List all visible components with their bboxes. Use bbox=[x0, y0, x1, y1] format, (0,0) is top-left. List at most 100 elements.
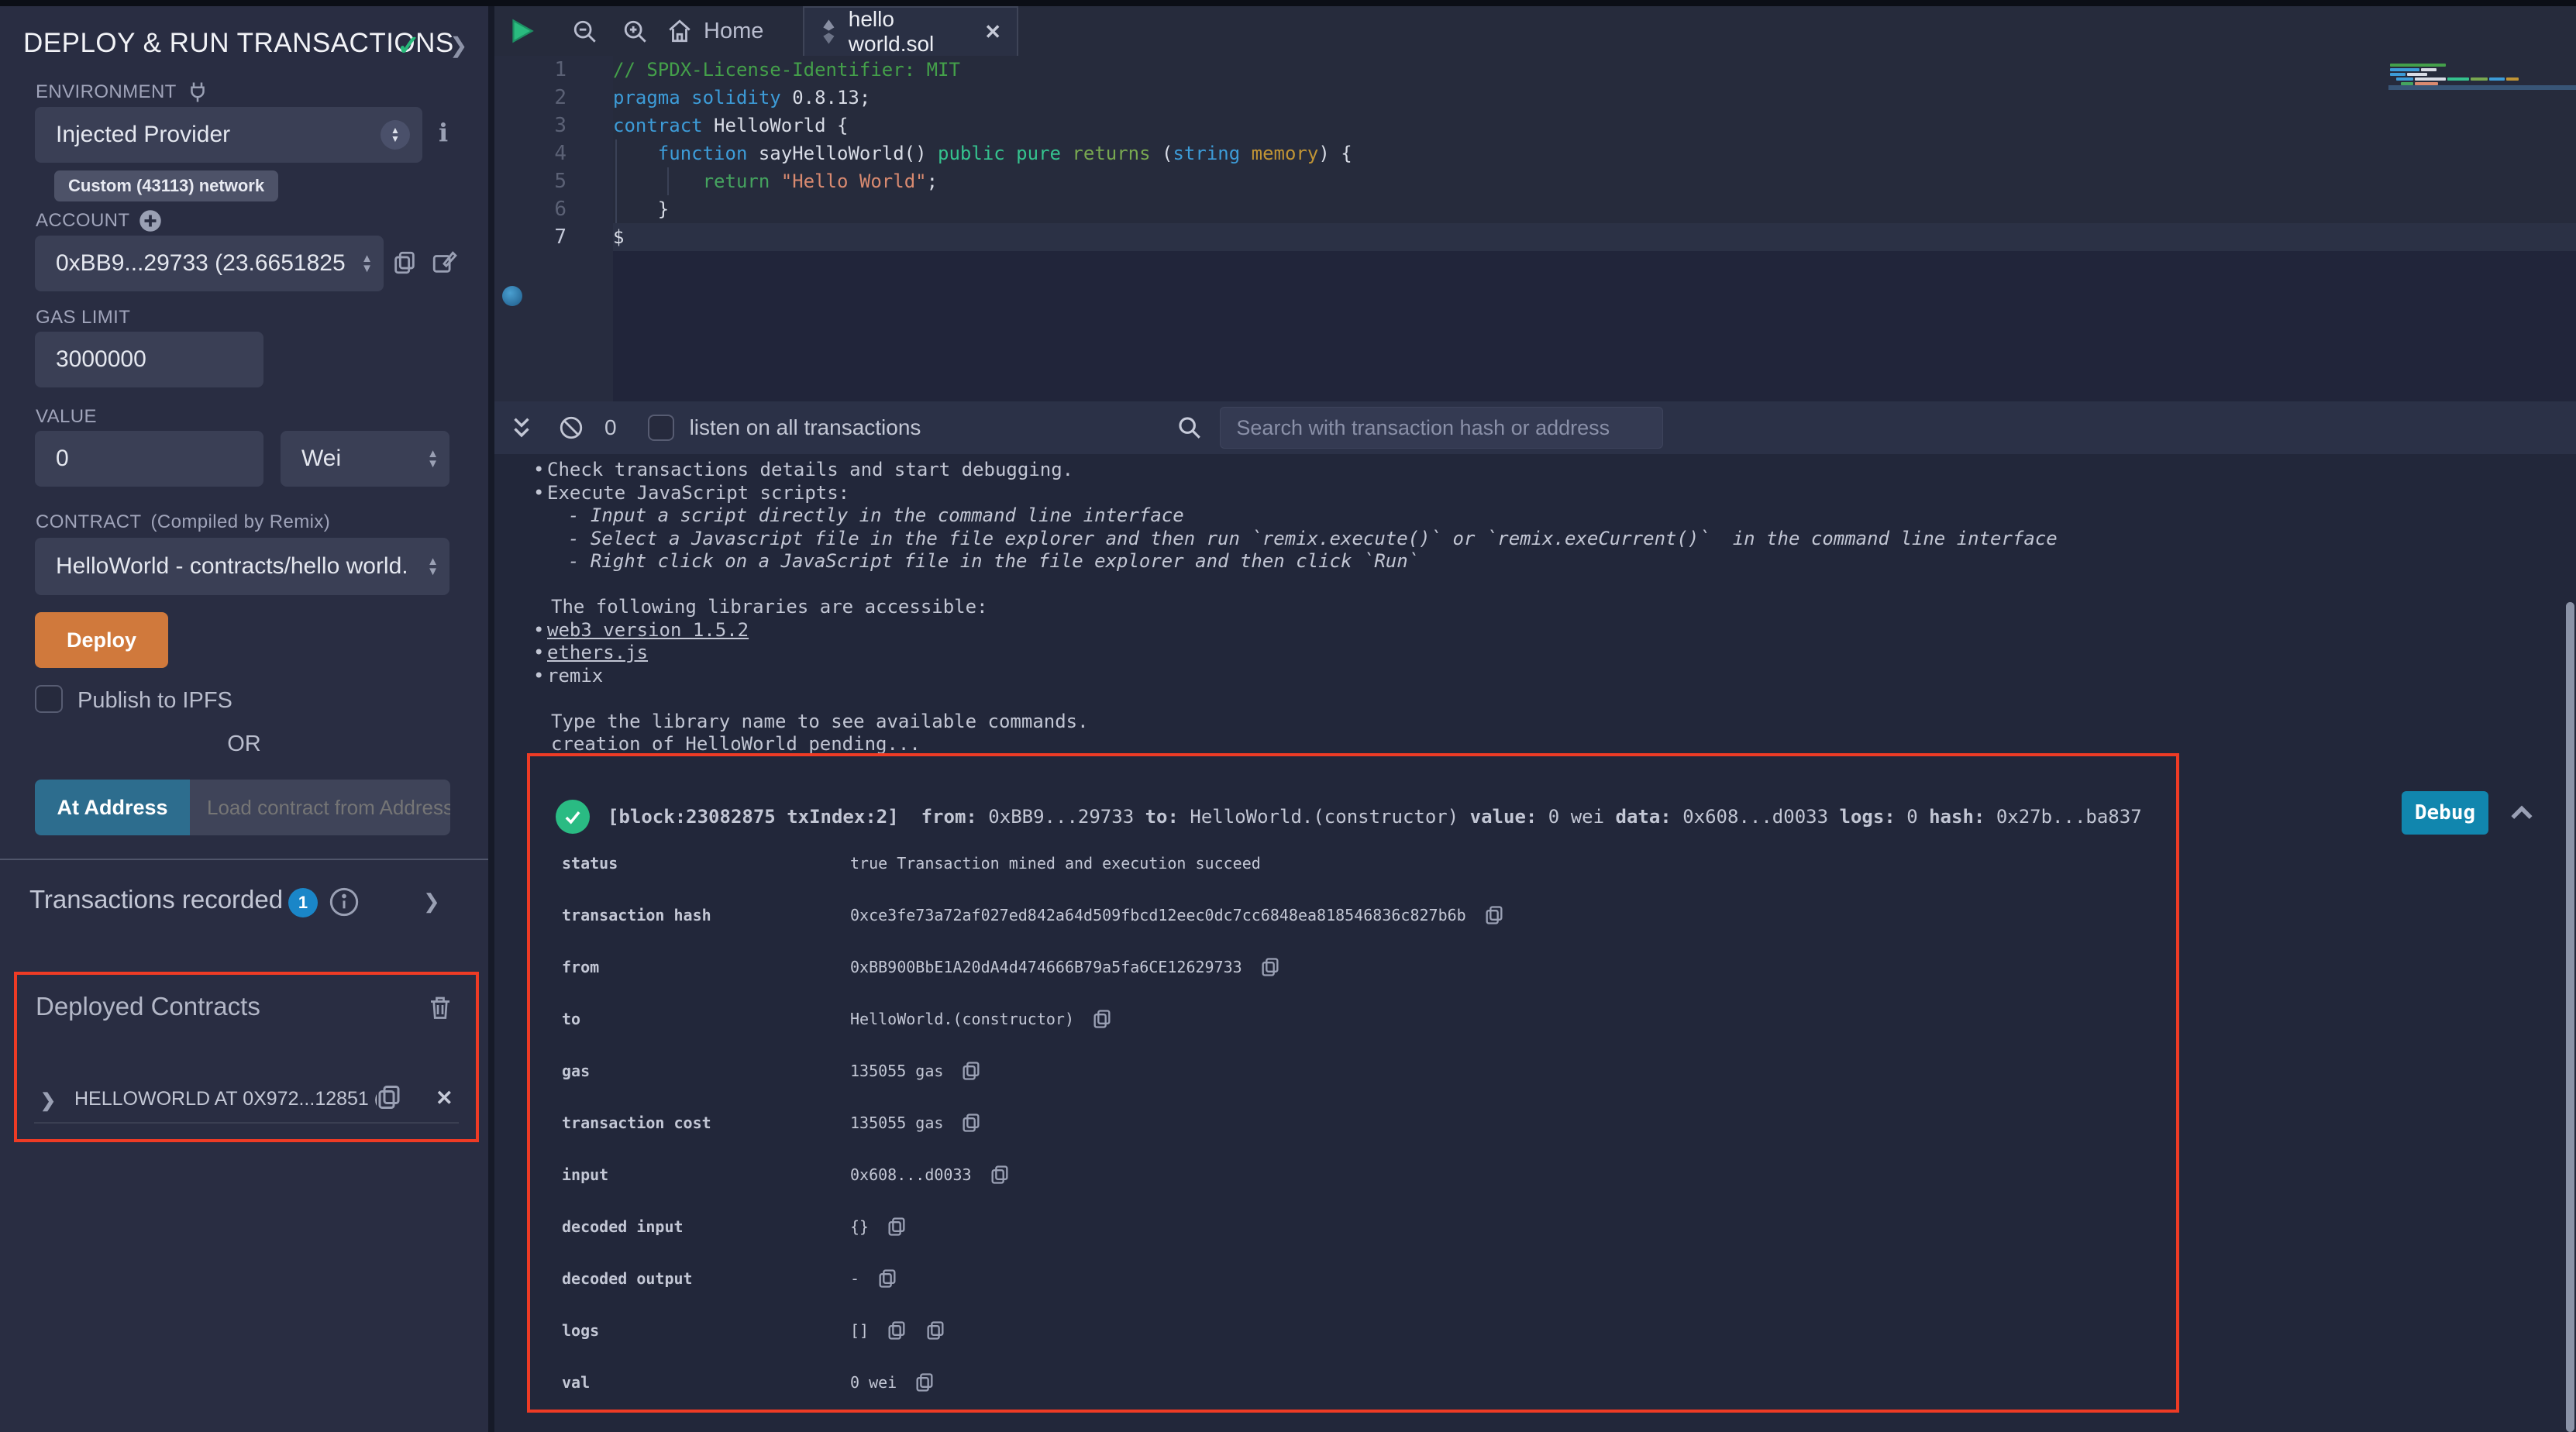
debug-button[interactable]: Debug bbox=[2402, 791, 2488, 835]
deployed-contract-item[interactable]: HELLOWORLD AT 0X972...12851 ( bbox=[74, 1088, 377, 1110]
edit-account-icon[interactable] bbox=[431, 250, 457, 276]
value-input[interactable] bbox=[35, 431, 263, 487]
copy-icon[interactable] bbox=[960, 1112, 982, 1134]
account-value: 0xBB9...29733 (23.6651825 bbox=[35, 250, 346, 277]
listen-all-transactions-label: listen on all transactions bbox=[690, 415, 921, 440]
deployed-divider bbox=[34, 1122, 459, 1124]
copy-deployed-icon[interactable] bbox=[375, 1083, 403, 1111]
deployed-item-expand-icon[interactable]: ❯ bbox=[40, 1089, 56, 1112]
panel-chevron-right-icon[interactable]: ❯ bbox=[449, 33, 467, 58]
search-icon bbox=[1176, 415, 1203, 441]
minimap-line bbox=[2421, 68, 2437, 71]
terminal-search-input[interactable] bbox=[1220, 407, 1663, 449]
code-line: 3 contract HelloWorld { bbox=[494, 112, 2576, 139]
ethers-link[interactable]: ethers.js bbox=[547, 642, 648, 663]
minimap-line bbox=[2390, 68, 2419, 71]
code-line: 5 return "Hello World"; bbox=[494, 167, 2576, 195]
tx-row-cost: transaction cost 135055 gas bbox=[530, 1107, 2173, 1138]
value-unit-arrows-icon[interactable]: ▲▼ bbox=[427, 449, 449, 469]
clear-console-icon[interactable] bbox=[558, 415, 584, 441]
collapse-terminal-icon[interactable] bbox=[508, 415, 535, 441]
tx-row-hash: transaction hash 0xce3fe73a72af027ed842a… bbox=[530, 900, 2173, 931]
remove-deployed-icon[interactable]: ✕ bbox=[436, 1086, 453, 1110]
terminal-line: web3 version 1.5.2 bbox=[494, 619, 2576, 642]
at-address-input[interactable] bbox=[190, 780, 450, 835]
network-badge: Custom (43113) network bbox=[54, 170, 278, 201]
editor-minimap[interactable] bbox=[2388, 62, 2576, 147]
value-unit: Wei bbox=[281, 446, 341, 472]
environment-select-arrows-icon[interactable]: ▲▼ bbox=[381, 120, 410, 150]
copy-icon[interactable] bbox=[886, 1216, 907, 1238]
publish-ipfs-label: Publish to IPFS bbox=[77, 688, 232, 714]
copy-icon[interactable] bbox=[1483, 904, 1505, 926]
value-unit-select[interactable]: Wei ▲▼ bbox=[281, 431, 449, 487]
tx-row-logs: logs [] bbox=[530, 1315, 2173, 1346]
transactions-info-icon[interactable] bbox=[329, 886, 360, 917]
minimap-line bbox=[2407, 73, 2427, 76]
transactions-expand-chevron-icon[interactable]: ❯ bbox=[423, 890, 440, 914]
plug-icon bbox=[186, 81, 209, 104]
terminal-scrollbar[interactable] bbox=[2566, 602, 2574, 1432]
tab-hello-world-sol[interactable]: hello world.sol ✕ bbox=[803, 6, 1018, 56]
code-editor[interactable]: 1 // SPDX-License-Identifier: MIT 2 prag… bbox=[494, 56, 2576, 401]
deployed-contracts-title: Deployed Contracts bbox=[36, 992, 260, 1021]
copy-icon[interactable] bbox=[989, 1164, 1011, 1186]
indent-guide bbox=[667, 167, 669, 195]
copy-icon[interactable] bbox=[960, 1060, 982, 1082]
copy-account-icon[interactable] bbox=[391, 250, 418, 276]
web3-link[interactable]: web3 version 1.5.2 bbox=[547, 619, 749, 641]
transaction-result-block: [block:23082875 txIndex:2] from: 0xBB9..… bbox=[527, 753, 2179, 1413]
terminal-line: Execute JavaScript scripts: bbox=[494, 482, 2576, 505]
tx-summary-line[interactable]: [block:23082875 txIndex:2] from: 0xBB9..… bbox=[608, 806, 2142, 828]
gas-limit-input[interactable] bbox=[35, 332, 263, 387]
tx-row-val: val 0 wei bbox=[530, 1367, 2173, 1398]
terminal-toolbar: 0 listen on all transactions bbox=[494, 401, 2576, 454]
minimap-current-line bbox=[2388, 85, 2576, 90]
account-select[interactable]: 0xBB9...29733 (23.6651825 ▲▼ bbox=[35, 236, 384, 291]
minimap-line bbox=[2489, 77, 2505, 81]
at-address-button[interactable]: At Address bbox=[35, 780, 190, 835]
tx-row-decoded-input: decoded input {} bbox=[530, 1211, 2173, 1242]
copy-icon[interactable] bbox=[1259, 956, 1281, 978]
close-tab-icon[interactable]: ✕ bbox=[984, 20, 1001, 44]
tx-row-status: status true Transaction mined and execut… bbox=[530, 848, 2173, 879]
tx-row-decoded-output: decoded output - bbox=[530, 1263, 2173, 1294]
contract-value: HelloWorld - contracts/hello world.sol bbox=[35, 553, 407, 580]
run-script-icon[interactable] bbox=[508, 17, 536, 45]
tx-success-check-icon[interactable] bbox=[556, 800, 590, 834]
copy-icon[interactable] bbox=[886, 1320, 907, 1341]
tx-row-gas: gas 135055 gas bbox=[530, 1055, 2173, 1086]
terminal-line: Check transactions details and start deb… bbox=[494, 459, 2576, 482]
deploy-button[interactable]: Deploy bbox=[35, 612, 168, 668]
account-select-arrows-icon[interactable]: ▲▼ bbox=[361, 253, 384, 274]
terminal-line: ethers.js bbox=[494, 642, 2576, 665]
copy-icon[interactable] bbox=[914, 1372, 935, 1393]
minimap-line bbox=[2415, 77, 2446, 81]
minimap-line bbox=[2447, 77, 2469, 81]
publish-ipfs-checkbox[interactable] bbox=[35, 685, 63, 713]
copy-icon[interactable] bbox=[1091, 1008, 1113, 1030]
code-line: 2 pragma solidity 0.8.13; bbox=[494, 84, 2576, 112]
environment-label: ENVIRONMENT bbox=[36, 81, 209, 104]
copy-icon[interactable] bbox=[925, 1320, 946, 1341]
add-account-icon[interactable] bbox=[139, 209, 162, 232]
tx-row-input: input 0x608...d0033 bbox=[530, 1159, 2173, 1190]
tab-home[interactable]: Home bbox=[666, 6, 763, 56]
zoom-out-icon[interactable] bbox=[572, 19, 598, 45]
copy-icon[interactable] bbox=[876, 1268, 898, 1289]
contract-select[interactable]: HelloWorld - contracts/hello world.sol ▲… bbox=[35, 538, 449, 595]
zoom-in-icon[interactable] bbox=[622, 19, 649, 45]
collapse-tx-chevron-icon[interactable] bbox=[2506, 798, 2537, 829]
minimap-line bbox=[2390, 64, 2446, 67]
environment-select[interactable]: Injected Provider ▲▼ bbox=[35, 107, 422, 163]
or-divider: OR bbox=[0, 731, 488, 757]
trash-icon[interactable] bbox=[426, 993, 454, 1021]
terminal-line: - Input a script directly in the command… bbox=[494, 504, 2576, 528]
gutter-breakpoint-dot[interactable] bbox=[502, 286, 522, 306]
terminal-line bbox=[494, 687, 2576, 711]
minimap-line bbox=[2506, 77, 2519, 81]
environment-info-icon[interactable]: i bbox=[439, 118, 448, 147]
terminal-line: Type the library name to see available c… bbox=[494, 711, 2576, 734]
contract-select-arrows-icon[interactable]: ▲▼ bbox=[427, 556, 449, 577]
listen-all-transactions-checkbox[interactable] bbox=[648, 415, 674, 441]
